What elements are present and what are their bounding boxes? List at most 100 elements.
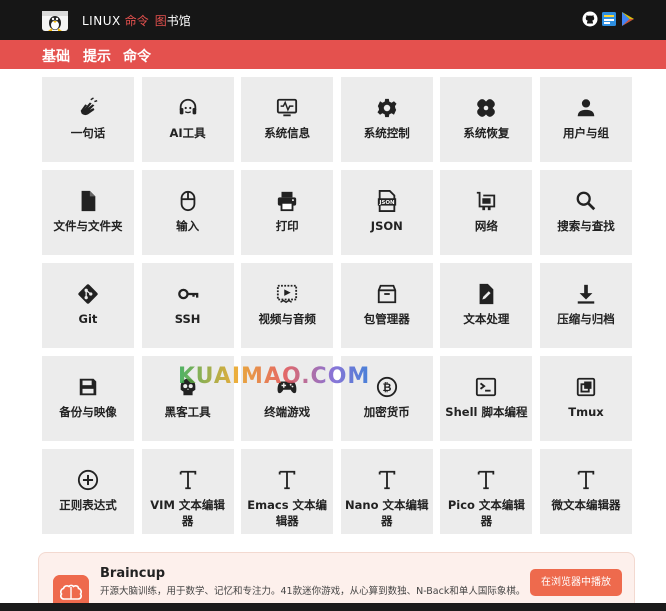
bitcoin-icon: ₿ [376, 376, 397, 398]
tile-video-audio[interactable]: 视频与音频 [241, 263, 334, 348]
tile-label: Nano 文本编辑器 [345, 498, 429, 528]
tab-basics[interactable]: 基础 [42, 46, 70, 71]
video-icon [277, 284, 298, 304]
tile-search[interactable]: 搜索与查找 [539, 170, 632, 255]
tile-label: 打印 [275, 219, 299, 233]
tile-label: 系统控制 [363, 126, 410, 140]
terminal-icon [476, 377, 497, 397]
tmux-icon [576, 377, 596, 397]
tile-users-groups[interactable]: 用户与组 [539, 77, 632, 162]
tile-terminal-games[interactable]: 终端游戏 [241, 356, 334, 441]
tile-one-liners[interactable]: 一句话 [42, 77, 134, 162]
promo-description: 开源大脑训练，用于数学、记忆和专注力。41款迷你游戏，从心算到数独、N-Back… [100, 586, 526, 597]
translate-icon[interactable] [601, 11, 617, 27]
brand-library: 书馆 [166, 14, 191, 28]
tile-text-processing[interactable]: 文本处理 [440, 263, 533, 348]
plus-circle-icon [77, 469, 99, 491]
gear-icon [377, 98, 397, 118]
tile-label: 压缩与归档 [557, 312, 615, 326]
brand-command: 命令 [124, 14, 149, 28]
tile-label: Shell 脚本编程 [445, 405, 528, 419]
tile-print[interactable]: 打印 [241, 170, 334, 255]
tile-system-info[interactable]: 系统信息 [241, 77, 334, 162]
edit-file-icon [479, 283, 494, 305]
tile-package-managers[interactable]: 包管理器 [340, 263, 433, 348]
tile-system-recovery[interactable]: 系统恢复 [440, 77, 533, 162]
git-icon [78, 284, 98, 304]
tile-label: 系统恢复 [463, 126, 510, 140]
tux-logo-icon[interactable] [40, 7, 70, 33]
tile-files-folders[interactable]: 文件与文件夹 [42, 170, 134, 255]
tile-label: 终端游戏 [264, 405, 311, 419]
tile-label: 备份与映像 [59, 405, 117, 419]
text-t-icon [179, 470, 196, 490]
tile-network[interactable]: 网络 [440, 170, 533, 255]
tile-system-control[interactable]: 系统控制 [340, 77, 433, 162]
category-bar: 基础 提示 命令 [0, 40, 666, 71]
tile-label: AI工具 [169, 126, 206, 140]
tile-label: 系统信息 [264, 126, 311, 140]
tile-ai-tools[interactable]: AI工具 [141, 77, 234, 162]
tile-label: 视频与音频 [258, 312, 316, 326]
tile-shell-scripting[interactable]: Shell 脚本编程 [440, 356, 533, 441]
mouse-icon [180, 190, 195, 212]
headset-icon [179, 98, 196, 115]
tile-ssh[interactable]: SSH [141, 263, 234, 348]
person-icon [577, 99, 595, 117]
tile-label: JSON [370, 219, 403, 233]
tile-label: 加密货币 [363, 405, 410, 419]
text-t-icon [577, 470, 595, 490]
monitor-pulse-icon [277, 98, 298, 117]
tile-label: SSH [174, 312, 201, 326]
top-icons [582, 11, 636, 27]
tile-pico[interactable]: Pico 文本编辑器 [440, 449, 533, 534]
tile-label: 包管理器 [363, 312, 410, 326]
tile-tmux[interactable]: Tmux [539, 356, 632, 441]
brand-tu: 图 [154, 14, 167, 28]
github-icon[interactable] [582, 11, 598, 27]
tile-label: 文本处理 [463, 312, 510, 326]
tile-label: 输入 [176, 219, 200, 233]
tile-hacking-tools[interactable]: 黑客工具 [141, 356, 234, 441]
tile-label: 黑客工具 [164, 405, 211, 419]
tile-label: Emacs 文本编辑器 [247, 498, 328, 528]
svg-text:JSON: JSON [378, 200, 395, 206]
tile-regex[interactable]: 正则表达式 [42, 449, 134, 534]
promo-title: Braincup [100, 566, 166, 581]
skull-icon [180, 378, 195, 396]
package-icon [377, 284, 396, 304]
tile-label: 微文本编辑器 [551, 498, 621, 512]
top-bar: LINUX 命令 图书馆 [0, 0, 666, 40]
svg-text:₿: ₿ [382, 381, 391, 394]
gamepad-icon [277, 381, 297, 394]
brand-title[interactable]: LINUX 命令 图书馆 [82, 12, 191, 29]
bandage-icon [477, 99, 496, 117]
tile-crypto[interactable]: ₿ 加密货币 [340, 356, 433, 441]
tile-label: 用户与组 [562, 126, 609, 140]
play-store-icon[interactable] [620, 11, 636, 27]
key-icon [177, 288, 198, 300]
tile-vim[interactable]: VIM 文本编辑器 [141, 449, 234, 534]
tile-label: 网络 [474, 219, 498, 233]
tile-git[interactable]: Git [42, 263, 134, 348]
tile-nano[interactable]: Nano 文本编辑器 [340, 449, 433, 534]
tile-label: 正则表达式 [59, 498, 117, 512]
tab-commands[interactable]: 命令 [123, 46, 151, 66]
tile-input[interactable]: 输入 [141, 170, 234, 255]
tile-backup[interactable]: 备份与映像 [42, 356, 134, 441]
text-t-icon [278, 470, 296, 490]
bottom-bar [0, 603, 666, 611]
text-t-icon [478, 470, 495, 490]
play-in-browser-button[interactable]: 在浏览器中播放 [530, 569, 622, 596]
tile-label: Git [78, 312, 98, 326]
tile-json[interactable]: JSON JSON [340, 170, 433, 255]
brand-linux: LINUX [82, 14, 121, 28]
floppy-icon [79, 378, 97, 396]
file-icon [81, 190, 96, 212]
tile-micro[interactable]: 微文本编辑器 [539, 449, 632, 534]
tile-compression[interactable]: 压缩与归档 [539, 263, 632, 348]
search-icon [576, 191, 596, 211]
tab-tips[interactable]: 提示 [83, 46, 111, 66]
json-icon: JSON [377, 190, 396, 212]
tile-emacs[interactable]: Emacs 文本编辑器 [241, 449, 334, 534]
